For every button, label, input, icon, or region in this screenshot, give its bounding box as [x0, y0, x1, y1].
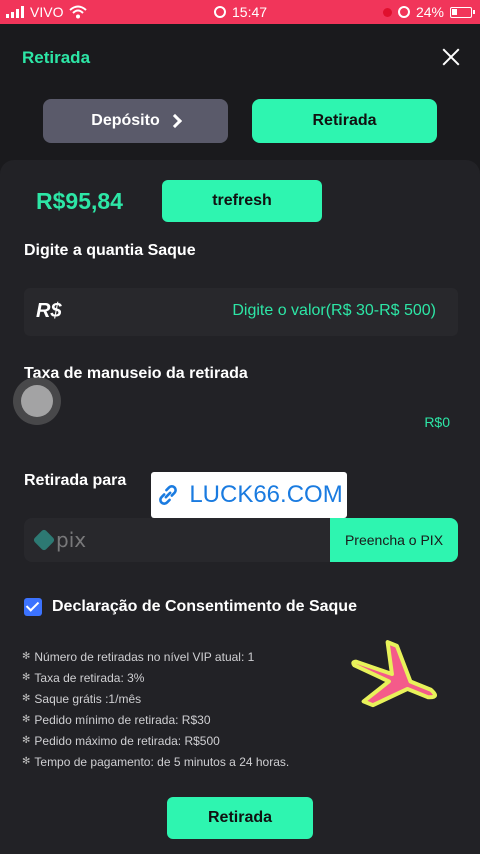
fee-value: R$0: [424, 414, 450, 430]
watermark-text: LUCK66.COM: [189, 481, 343, 508]
pix-field[interactable]: pix Preencha o PIX: [24, 518, 458, 562]
tab-deposit-label: Depósito: [91, 112, 160, 129]
amount-label: Digite a quantia Saque: [24, 242, 196, 259]
status-left: VIVO: [6, 4, 88, 20]
page-title: Retirada: [22, 48, 91, 67]
fill-pix-button[interactable]: Preencha o PIX: [330, 518, 458, 562]
record-icon: [382, 7, 392, 17]
info-list: ✻ Número de retiradas no nível VIP atual:…: [22, 646, 289, 772]
bullet-icon: ✻: [22, 693, 31, 704]
watermark-banner: LUCK66.COM: [151, 472, 347, 518]
chevron-right-icon: [167, 113, 182, 129]
list-item: ✻ Tempo de pagamento: de 5 minutos a 24 h…: [22, 754, 290, 769]
consent-row[interactable]: Declaração de Consentimento de Saque: [24, 598, 357, 616]
close-icon[interactable]: [438, 44, 464, 70]
list-item: ✻ Saque grátis :1/mês: [22, 691, 142, 706]
tab-deposit[interactable]: Depósito: [43, 99, 228, 143]
consent-checkbox[interactable]: [24, 598, 42, 616]
bullet-icon: ✻: [22, 756, 31, 767]
list-item: ✻ Pedido mínimo de retirada: R$30: [22, 712, 211, 727]
pix-logo-text: pix: [56, 528, 87, 552]
orientation-lock-icon: [397, 6, 410, 18]
withdraw-submit-button[interactable]: Retirada: [167, 797, 313, 839]
carrier-name: VIVO: [30, 4, 64, 20]
battery-icon: [450, 6, 475, 18]
pix-logo: pix: [32, 528, 87, 552]
currency-symbol: R$: [36, 300, 62, 322]
tab-withdraw[interactable]: Retirada: [252, 99, 437, 143]
bullet-icon: ✻: [22, 735, 31, 746]
amount-input[interactable]: [136, 302, 436, 320]
list-item: ✻ Pedido máximo de retirada: R$500: [22, 733, 220, 748]
bullet-icon: ✻: [22, 651, 31, 662]
amount-field[interactable]: R$: [24, 288, 458, 336]
status-center: 15:47: [214, 4, 267, 20]
link-icon: [159, 485, 178, 505]
fee-label: Taxa de manuseio da retirada: [24, 365, 248, 382]
alarm-icon: [214, 6, 226, 18]
withdraw-to-label: Retirada para: [24, 472, 127, 489]
status-time: 15:47: [232, 4, 268, 20]
consent-label: Declaração de Consentimento de Saque: [52, 598, 357, 615]
balance-amount: R$95,84: [36, 188, 123, 214]
list-item: ✻ Número de retiradas no nível VIP atual:…: [22, 649, 255, 664]
list-item: ✻ Taxa de retirada: 3%: [22, 670, 145, 685]
bullet-icon: ✻: [22, 672, 31, 683]
status-right: 24%: [382, 4, 475, 20]
assistive-touch-button[interactable]: [13, 377, 61, 425]
refresh-button[interactable]: trefresh: [162, 180, 322, 222]
battery-percent: 24%: [415, 4, 444, 20]
signal-icon: [6, 6, 24, 18]
pix-diamond-icon: [32, 528, 56, 552]
status-bar: VIVO 15:47 24%: [0, 0, 480, 24]
bullet-icon: ✻: [22, 714, 31, 725]
airplane-icon[interactable]: [344, 640, 448, 720]
wifi-icon: [69, 5, 88, 19]
